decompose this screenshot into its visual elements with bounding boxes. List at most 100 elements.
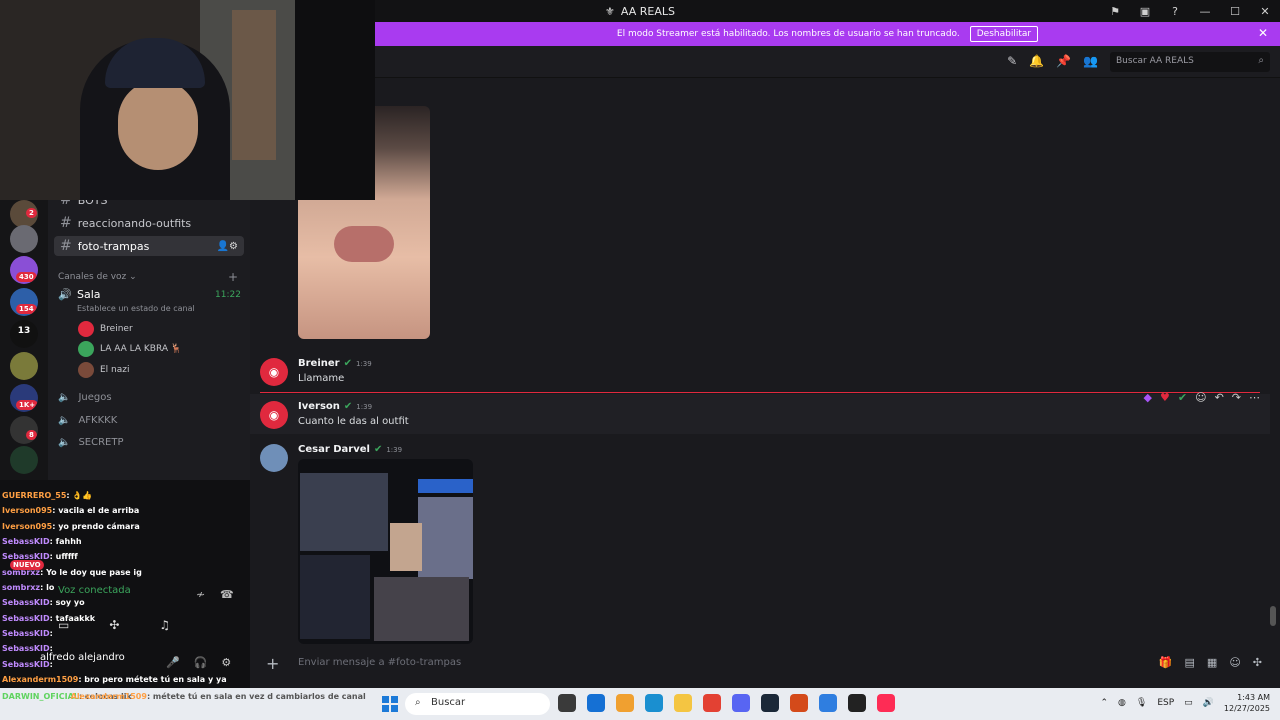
app-icon[interactable] [645,694,663,712]
image-attachment[interactable] [298,459,473,644]
voice-user[interactable]: El nazi [78,361,130,379]
streamer-mode-banner: El modo Streamer está habilitado. Los no… [375,22,1280,46]
add-reaction-icon[interactable]: ☺ [1195,391,1206,404]
composer-tools: 🎁 ▤ ▦ ☺ ✣ [1159,656,1262,669]
tiktok-icon[interactable] [877,694,895,712]
check-reaction-icon[interactable]: ✔ [1178,391,1187,404]
server-item[interactable]: 430 [10,256,38,284]
server-item[interactable]: 2 [10,200,38,228]
gif-icon[interactable]: ▤ [1185,656,1195,669]
eggplant-reaction-icon[interactable]: ◆ [1144,391,1152,404]
close-banner-icon[interactable]: ✕ [1258,26,1268,40]
avatar[interactable]: ◉ [260,401,288,429]
screen-icon[interactable]: ▣ [1130,5,1160,18]
disable-streamer-button[interactable]: Deshabilitar [969,26,1039,42]
more-icon[interactable]: ⋯ [1249,391,1260,404]
bell-icon[interactable]: 🔔 [1029,54,1044,68]
add-attachment-icon[interactable]: + [266,654,279,673]
app-icon[interactable] [819,694,837,712]
server-icon: ⚜ [605,4,615,18]
activity-icon[interactable]: ✣ [109,618,119,632]
emoji-icon[interactable]: ☺ [1229,656,1240,669]
clock[interactable]: 1:43 AM 12/27/2025 [1224,692,1270,714]
verified-icon: ✔ [343,401,353,412]
apps-icon[interactable]: ✣ [1253,656,1262,669]
message-input[interactable]: Enviar mensaje a #foto-trampas [298,657,461,668]
gift-icon[interactable]: 🎁 [1159,656,1173,669]
threads-icon[interactable]: ✎ [1007,54,1017,68]
avatar[interactable] [260,444,288,472]
reply-icon[interactable]: ↶ [1215,391,1224,404]
network-icon[interactable]: ◍ [1118,698,1126,708]
voice-channel-secretp[interactable]: 🔈 SECRETP [58,437,124,448]
app-icon[interactable] [558,694,576,712]
scrollbar[interactable] [1270,606,1276,626]
speaker-icon: 🔈 [58,392,71,403]
soundboard-icon[interactable]: ♫ [159,618,170,632]
server-item[interactable]: 13 [10,320,38,348]
search-input[interactable]: Buscar AA REALS ⌕ [1110,52,1270,72]
close-window-button[interactable]: ✕ [1250,5,1280,18]
avatar [78,341,94,357]
flag-icon[interactable]: ⚑ [1100,5,1130,18]
channel-reaccionando-outfits[interactable]: # reaccionando-outfits [54,213,244,233]
sticker-icon[interactable]: ▦ [1207,656,1217,669]
add-channel-icon[interactable]: + [228,270,238,284]
search-icon: ⌕ [1258,55,1264,66]
noise-suppression-icon[interactable]: ≁ [196,588,205,601]
camera-icon[interactable]: ▭ [58,618,69,632]
message-composer: + Enviar mensaje a #foto-trampas 🎁 ▤ ▦ ☺… [250,644,1280,688]
disconnect-icon[interactable]: ☎ [220,588,234,601]
headphones-icon[interactable]: 🎧 [194,656,208,669]
server-item[interactable]: 8 [10,416,38,444]
webcam-overlay [0,0,375,200]
chrome-icon[interactable] [703,694,721,712]
language-indicator[interactable]: ESP [1157,698,1174,708]
steam-icon[interactable] [761,694,779,712]
avatar[interactable]: ◉ [260,358,288,386]
discord-icon[interactable] [732,694,750,712]
pin-icon[interactable]: 📌 [1056,54,1071,68]
voice-channel-juegos[interactable]: 🔈 Juegos [58,392,112,403]
app-icon[interactable] [790,694,808,712]
channel-settings-icon[interactable]: 👤⚙ [217,241,238,252]
channel-foto-trampas[interactable]: # foto-trampas 👤⚙ [54,236,244,256]
heart-reaction-icon[interactable]: ♥ [1160,391,1170,404]
message-text: Llamame [298,373,345,384]
volume-icon[interactable]: 🔊 [1203,698,1214,708]
username[interactable]: alfredo alejandro [40,652,125,663]
members-icon[interactable]: 👥 [1083,54,1098,68]
message-author[interactable]: Iverson [298,401,340,412]
server-item[interactable]: 1K+ [10,384,38,412]
app-icon[interactable] [848,694,866,712]
display-icon[interactable]: ▭ [1184,698,1193,708]
speaker-icon: 🔈 [58,437,71,448]
forward-icon[interactable]: ↷ [1232,391,1241,404]
server-item[interactable] [10,446,38,474]
server-item[interactable] [10,352,38,380]
image-detail [418,479,473,493]
server-item[interactable] [10,225,38,253]
voice-channel-afkkkk[interactable]: 🔈 AFKKKK [58,415,117,426]
voice-section-header[interactable]: Canales de voz ⌄ + [58,270,238,284]
message-author[interactable]: Cesar Darvel [298,444,370,455]
minimize-button[interactable]: — [1190,5,1220,18]
voice-user[interactable]: LA AA LA KBRA 🦌 [78,340,182,358]
maximize-button[interactable]: ☐ [1220,5,1250,18]
chevron-up-icon[interactable]: ⌃ [1100,698,1108,708]
message-author[interactable]: Breiner [298,358,340,369]
message-time: 1:39 [356,360,372,368]
server-item[interactable]: 154 [10,288,38,316]
help-icon[interactable]: ? [1160,5,1190,18]
banner-text: El modo Streamer está habilitado. Los no… [616,29,960,39]
start-button[interactable] [382,696,398,712]
microphone-icon[interactable]: 🎤 [166,656,180,669]
app-icon[interactable] [674,694,692,712]
app-icon[interactable] [587,694,605,712]
app-icon[interactable] [616,694,634,712]
taskbar-search[interactable]: ⌕ Buscar [405,693,550,715]
mic-tray-icon[interactable]: 🎙 [1136,698,1147,708]
voice-user[interactable]: Breiner [78,320,133,338]
gear-icon[interactable]: ⚙ [221,656,231,669]
image-detail [300,473,388,551]
